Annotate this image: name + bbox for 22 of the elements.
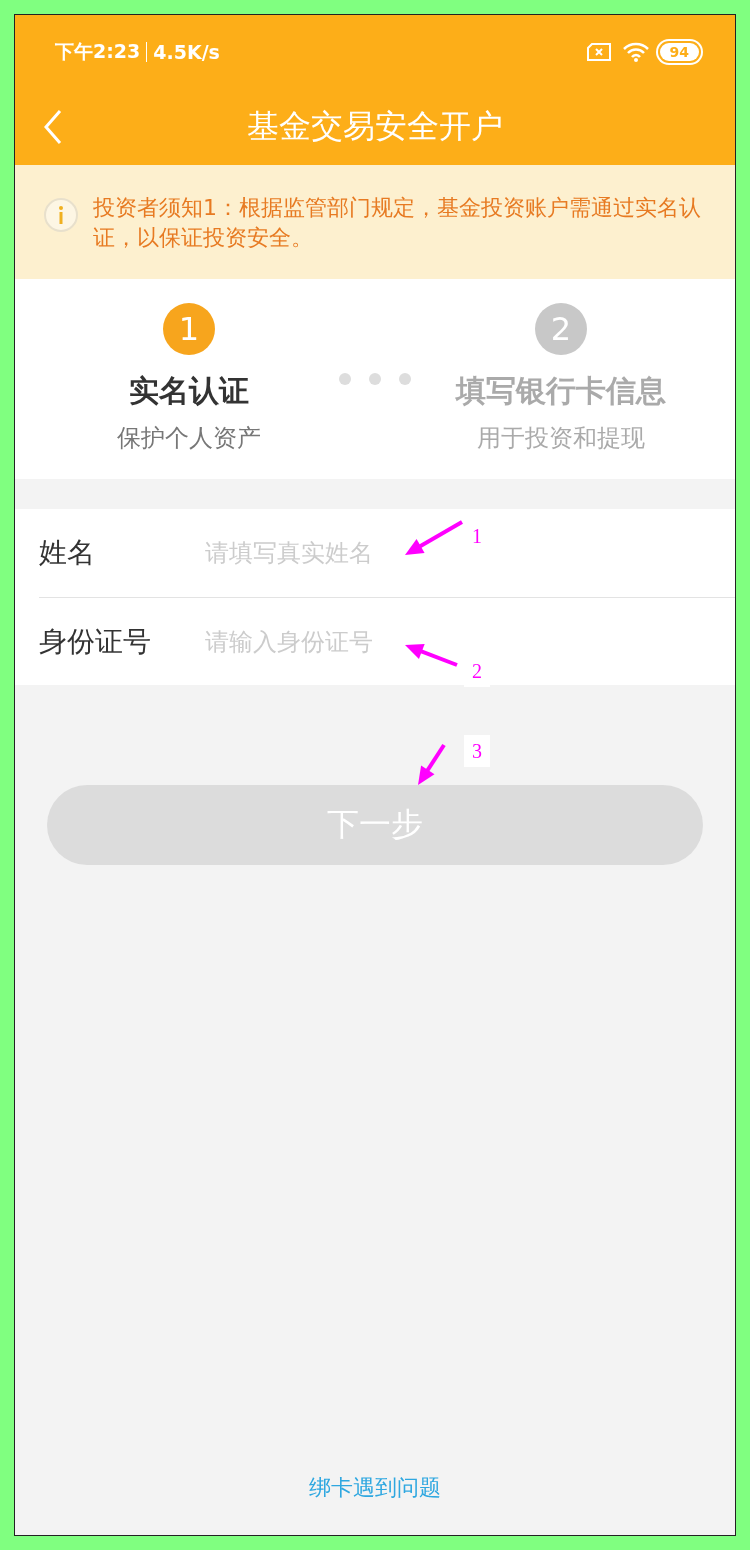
- page-title: 基金交易安全开户: [247, 106, 503, 147]
- step-connector-dots: [339, 373, 411, 385]
- step-number: 1: [163, 303, 215, 355]
- annotation-number: 3: [464, 735, 490, 767]
- annotation-arrow: [418, 743, 446, 785]
- step-title: 实名认证: [129, 372, 249, 410]
- field-label: 身份证号: [39, 623, 152, 660]
- field-label: 姓名: [39, 535, 96, 571]
- annotation-arrow: [405, 644, 458, 667]
- info-icon: [43, 197, 79, 233]
- step-title: 填写银行卡信息: [456, 372, 666, 410]
- sim-icon: [585, 42, 612, 62]
- step-subtitle: 保护个人资产: [117, 423, 261, 454]
- network-speed: 4.5K/s: [153, 41, 220, 63]
- back-icon[interactable]: [43, 109, 63, 145]
- status-time: 下午2:23: [55, 39, 141, 64]
- step-subtitle: 用于投资和提现: [477, 423, 645, 454]
- notice-text: 投资者须知1：根据监管部门规定，基金投资账户需通过实名认证，以保证投资安全。: [93, 194, 702, 252]
- annotation-arrow: [405, 520, 463, 555]
- help-link[interactable]: 绑卡遇到问题: [309, 1473, 441, 1503]
- wifi-icon: [621, 42, 650, 62]
- annotation-number: 1: [471, 524, 483, 549]
